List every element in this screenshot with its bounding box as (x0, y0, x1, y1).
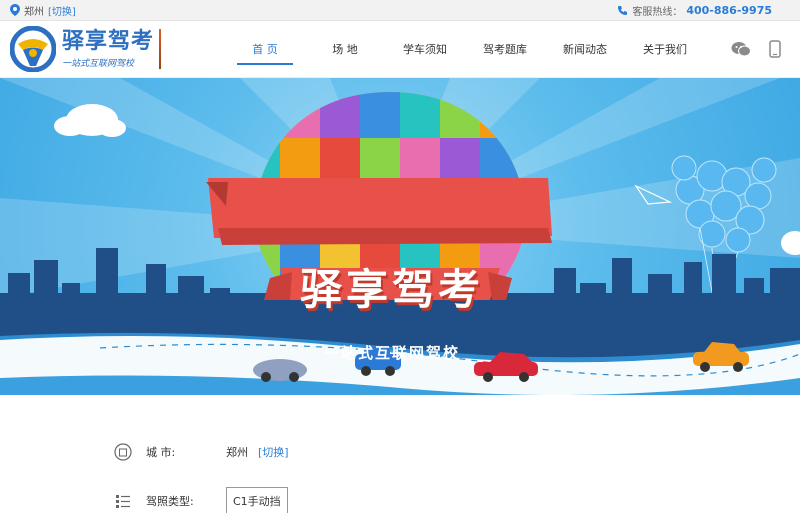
hero-banner[interactable]: 驿享驾考 一站式互联网驾校 (0, 78, 800, 395)
header: 驿享驾考 一站式互联网驾校 首 页 场 地 学车须知 驾考题库 新闻动态 关于我… (0, 21, 800, 78)
hotline-number[interactable]: 400-886-9975 (686, 4, 772, 17)
license-row: 驾照类型: C1手动挡 (114, 487, 288, 513)
city-row: 城 市: 郑州 [切换] (114, 443, 289, 461)
license-type-option[interactable]: C1手动挡 (226, 487, 288, 513)
banner-title: 驿享驾考 (299, 265, 484, 314)
city-switch-link[interactable]: [切换] (48, 3, 76, 18)
license-label: 驾照类型: (146, 495, 194, 508)
location: 郑州 [切换] (10, 3, 76, 18)
nav-home[interactable]: 首 页 (225, 21, 305, 78)
steering-wheel-logo-icon (10, 26, 56, 72)
logo-divider (159, 29, 161, 69)
brand-slogan: 一站式互联网驾校 (62, 58, 135, 69)
banner-subtitle: 一站式互联网驾校 (323, 344, 460, 362)
main-nav: 首 页 场 地 学车须知 驾考题库 新闻动态 关于我们 (225, 21, 705, 78)
hotline-label: 客服热线： (632, 6, 683, 18)
city-value: 郑州 (226, 446, 248, 459)
nav-venue[interactable]: 场 地 (305, 21, 385, 78)
brand-name: 驿享驾考 (62, 28, 155, 54)
mobile-icon[interactable] (769, 40, 781, 58)
city-name: 郑州 (24, 6, 44, 18)
nav-learner-guide[interactable]: 学车须知 (385, 21, 465, 78)
wechat-icon[interactable] (731, 41, 751, 57)
location-pin-icon (10, 4, 20, 16)
phone-icon (618, 5, 628, 15)
city-change-link[interactable]: [切换] (258, 444, 289, 460)
city-icon (114, 443, 132, 461)
hotline: 客服热线： 400-886-9975 (617, 3, 772, 18)
city-label: 城 市: (146, 446, 176, 459)
nav-news[interactable]: 新闻动态 (545, 21, 625, 78)
nav-about[interactable]: 关于我们 (625, 21, 705, 78)
list-icon (116, 495, 130, 508)
top-bar: 郑州 [切换] 客服热线： 400-886-9975 (0, 0, 800, 21)
logo[interactable]: 驿享驾考 一站式互联网驾校 (0, 21, 165, 78)
filter-panel: 城 市: 郑州 [切换] 驾照类型: C1手动挡 (0, 395, 800, 513)
nav-question-bank[interactable]: 驾考题库 (465, 21, 545, 78)
